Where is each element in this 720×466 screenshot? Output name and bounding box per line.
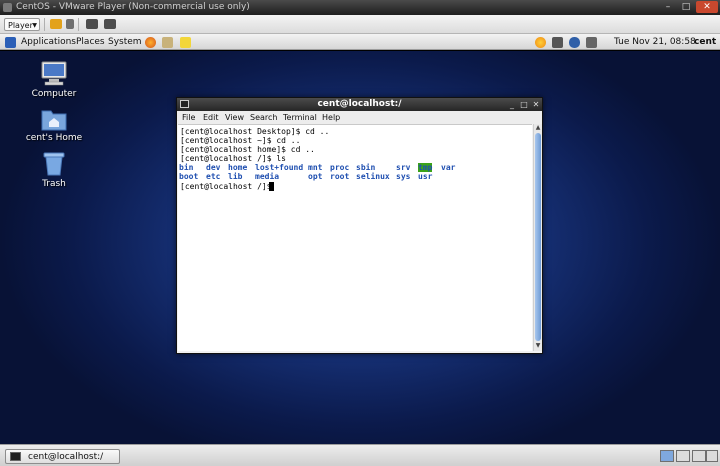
firefox-icon[interactable]	[145, 37, 156, 48]
fullscreen-icon[interactable]	[104, 19, 116, 29]
menu-terminal[interactable]: Terminal	[283, 111, 317, 124]
ls-entry: opt	[308, 172, 323, 181]
desktop-icon-trash[interactable]: Trash	[22, 151, 86, 189]
terminal-title-bar[interactable]: cent@localhost:/ _ □ ✕	[177, 98, 542, 111]
terminal-maximize-icon[interactable]: □	[519, 98, 529, 111]
terminal-prompt: [cent@localhost /]$	[180, 182, 277, 191]
email-icon[interactable]	[162, 37, 173, 48]
workspace-3[interactable]	[692, 450, 706, 462]
player-menu-button[interactable]: Player ▼	[4, 18, 40, 31]
scroll-up-icon[interactable]: ▲	[534, 124, 542, 132]
maximize-icon[interactable]: □	[678, 1, 694, 13]
folder-icon[interactable]	[50, 19, 62, 29]
ls-entry: lib	[228, 172, 243, 181]
workspace-2[interactable]	[676, 450, 690, 462]
terminal-cursor	[269, 182, 274, 191]
ls-entry: selinux	[356, 172, 390, 181]
workspace-4[interactable]	[706, 450, 718, 462]
menu-view[interactable]: View	[225, 111, 244, 124]
volume-icon[interactable]	[586, 37, 597, 48]
ls-entry: sys	[396, 172, 411, 181]
updates-icon[interactable]	[535, 37, 546, 48]
desktop-icon-home[interactable]: cent's Home	[22, 107, 86, 143]
ls-entry: srv	[396, 163, 411, 172]
terminal-menu-bar: File Edit View Search Terminal Help	[177, 111, 542, 124]
bluetooth-icon[interactable]	[569, 37, 580, 48]
dropdown-arrow-icon[interactable]	[66, 19, 74, 29]
desktop-icon-label: Computer	[31, 89, 77, 99]
menu-edit[interactable]: Edit	[203, 111, 219, 124]
menu-applications[interactable]: Applications	[21, 34, 76, 50]
vmware-logo-icon	[3, 3, 12, 12]
ls-entry: lost+found	[255, 163, 304, 172]
menu-file[interactable]: File	[182, 111, 195, 124]
network-icon[interactable]	[552, 37, 563, 48]
terminal-scrollbar[interactable]: ▲ ▼	[533, 124, 542, 351]
desktop: Computer cent's Home Trash cent@localhos…	[0, 51, 720, 444]
terminal-output[interactable]: [cent@localhost Desktop]$ cd .. [cent@lo…	[178, 124, 532, 351]
taskbar-terminal-button[interactable]: cent@localhost:/	[5, 449, 120, 464]
applications-menu-icon	[5, 37, 16, 48]
scrollbar-thumb[interactable]	[535, 133, 541, 341]
ls-entry: usr	[418, 172, 433, 181]
ls-entry: media	[255, 172, 280, 181]
terminal-title: cent@localhost:/	[317, 99, 402, 109]
ls-entry: boot	[179, 172, 199, 181]
gnome-bottom-panel: cent@localhost:/	[0, 444, 720, 466]
ls-entry: sbin	[356, 163, 376, 172]
screen: CentOS - VMware Player (Non-commercial u…	[0, 0, 720, 466]
terminal-minimize-icon[interactable]: _	[507, 98, 517, 111]
ls-entry: etc	[206, 172, 221, 181]
scroll-down-icon[interactable]: ▼	[534, 342, 542, 350]
ls-entry: var	[441, 163, 456, 172]
menu-system[interactable]: System	[108, 34, 142, 50]
taskbar-task-label: cent@localhost:/	[28, 452, 104, 462]
ls-entry: proc	[330, 163, 350, 172]
home-folder-icon	[41, 110, 67, 131]
computer-icon	[41, 61, 67, 86]
toolbar-divider	[78, 18, 79, 31]
terminal-line: [cent@localhost home]$ cd ..	[180, 145, 315, 154]
desktop-icon-computer[interactable]: Computer	[22, 61, 86, 99]
close-icon[interactable]: ✕	[696, 1, 718, 13]
terminal-line: [cent@localhost /]$ ls	[180, 154, 286, 163]
ls-entry: bin	[179, 163, 194, 172]
terminal-line: [cent@localhost Desktop]$ cd ..	[180, 127, 330, 136]
panel-user[interactable]: cent	[694, 34, 716, 50]
menu-help[interactable]: Help	[322, 111, 340, 124]
terminal-line: [cent@localhost ~]$ cd ..	[180, 136, 301, 145]
ls-entry: mnt	[308, 163, 323, 172]
vmware-window-title: CentOS - VMware Player (Non-commercial u…	[16, 2, 250, 12]
menu-places[interactable]: Places	[76, 34, 105, 50]
terminal-window[interactable]: cent@localhost:/ _ □ ✕ File Edit View Se…	[176, 97, 543, 354]
menu-search[interactable]: Search	[250, 111, 277, 124]
terminal-close-icon[interactable]: ✕	[531, 98, 541, 111]
chevron-down-icon: ▼	[32, 22, 37, 29]
send-ctrl-alt-del-icon[interactable]	[86, 19, 98, 29]
ls-entry: home	[228, 163, 248, 172]
vmware-title-bar: CentOS - VMware Player (Non-commercial u…	[0, 0, 720, 15]
terminal-icon	[10, 452, 21, 461]
trash-icon	[43, 152, 65, 176]
toolbar-divider	[44, 18, 45, 31]
ls-entry: dev	[206, 163, 221, 172]
desktop-icon-label: cent's Home	[25, 133, 83, 143]
panel-clock[interactable]: Tue Nov 21, 08:58	[614, 34, 696, 50]
vmware-toolbar: Player ▼	[0, 15, 720, 34]
workspace-1[interactable]	[660, 450, 674, 462]
notes-icon[interactable]	[180, 37, 191, 48]
player-menu-label: Player	[8, 21, 33, 30]
gnome-top-panel: Applications Places System Tue Nov 21, 0…	[0, 34, 720, 50]
desktop-icon-label: Trash	[42, 179, 66, 189]
ls-entry: root	[330, 172, 350, 181]
terminal-icon	[180, 100, 189, 108]
ls-entry-tmp: tmp	[418, 163, 433, 172]
minimize-icon[interactable]: –	[660, 1, 676, 13]
